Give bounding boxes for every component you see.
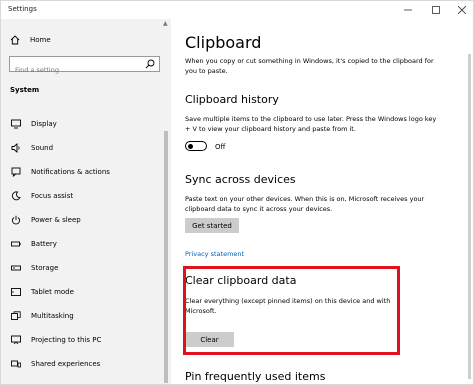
get-started-button[interactable]: Get started [185,218,239,233]
sidebar-item-label: Shared experiences [31,360,101,368]
maximize-icon [432,6,440,14]
projecting-icon [11,335,21,345]
sidebar-item-label: Display [31,120,57,128]
focus-assist-icon [11,191,21,201]
shared-experiences-icon [11,360,21,368]
intro-text: When you copy or cut something in Window… [185,57,434,75]
close-button[interactable] [453,3,471,17]
sound-icon [11,143,20,153]
sidebar-scrollbar[interactable]: ▲ [162,19,170,384]
pin-items-heading: Pin frequently used items [185,370,326,383]
window-title: Settings [8,5,37,13]
sidebar-item-tablet-mode[interactable]: Tablet mode [1,280,161,304]
sidebar-item-battery[interactable]: Battery [1,232,161,256]
clipboard-history-toggle[interactable] [185,141,207,151]
sidebar-item-label: Projecting to this PC [31,336,102,344]
multitasking-icon [11,311,21,320]
minimize-icon [404,9,412,11]
sidebar-item-label: Power & sleep [31,216,81,224]
tablet-icon [11,288,21,296]
sidebar-item-projecting[interactable]: Projecting to this PC [1,328,161,352]
sidebar-item-label: Notifications & actions [31,168,110,176]
sidebar-section-title: System [10,86,40,94]
sidebar-item-notifications[interactable]: Notifications & actions [1,160,161,184]
power-icon [11,215,21,225]
sidebar-item-label: Multitasking [31,312,74,320]
sidebar-list: Display Sound Notifications & actions Fo… [1,112,161,376]
main-scroll-thumb[interactable] [468,54,471,379]
sidebar-item-label: Sound [31,144,54,152]
title-bar: Settings [1,1,473,19]
sidebar-item-home[interactable]: Home [10,35,51,45]
sidebar-item-label: Storage [31,264,59,272]
highlight-box [183,266,400,355]
main-scrollbar[interactable] [467,19,473,384]
sidebar-item-label: Focus assist [31,192,74,200]
home-label: Home [30,36,51,44]
display-icon [11,119,21,129]
sidebar-item-label: Battery [31,240,57,248]
sidebar-item-multitasking[interactable]: Multitasking [1,304,161,328]
battery-icon [11,241,21,247]
sidebar-item-power-sleep[interactable]: Power & sleep [1,208,161,232]
settings-window: Settings Home System Display [0,0,474,385]
search-icon[interactable] [145,59,155,69]
sidebar-item-focus-assist[interactable]: Focus assist [1,184,161,208]
toggle-knob [188,143,193,149]
sync-heading: Sync across devices [185,173,296,186]
close-icon [458,6,466,14]
scroll-up-arrow-icon[interactable]: ▲ [163,20,168,27]
search-input[interactable] [10,63,135,77]
page-title: Clipboard [185,33,262,52]
sync-description: Paste text on your other devices. When t… [185,195,425,213]
sidebar-item-storage[interactable]: Storage [1,256,161,280]
home-icon [10,35,20,45]
notifications-icon [11,167,21,177]
clipboard-history-heading: Clipboard history [185,93,279,106]
toggle-state-label: Off [215,143,226,151]
sidebar-item-label: Tablet mode [31,288,74,296]
sidebar: Home System Display Sound Notifications … [1,19,171,384]
sidebar-item-shared-experiences[interactable]: Shared experiences [1,352,161,376]
sidebar-item-display[interactable]: Display [1,112,161,136]
storage-icon [11,265,21,271]
sidebar-item-sound[interactable]: Sound [1,136,161,160]
search-box[interactable] [9,56,160,77]
privacy-statement-link[interactable]: Privacy statement [185,250,244,258]
maximize-button[interactable] [427,3,445,17]
minimize-button[interactable] [399,3,417,17]
sidebar-scroll-thumb[interactable] [164,131,168,383]
clipboard-history-description: Save multiple items to the clipboard to … [185,115,437,133]
